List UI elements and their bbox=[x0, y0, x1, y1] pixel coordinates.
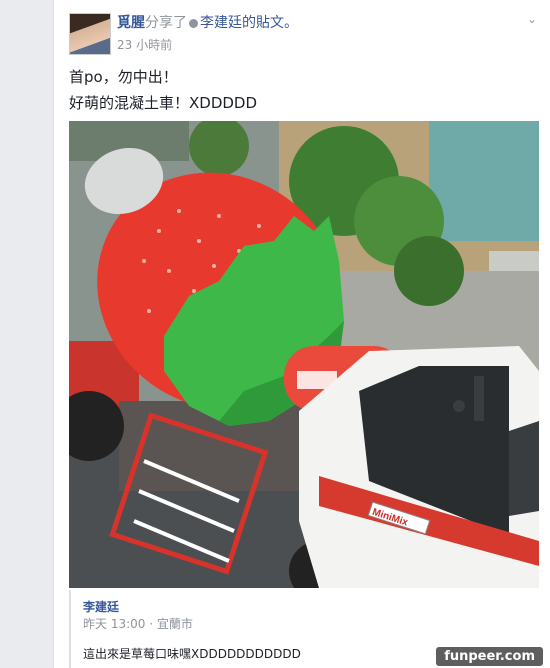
chevron-down-icon[interactable]: ⌄ bbox=[525, 12, 539, 26]
site-watermark: funpeer.com bbox=[436, 647, 543, 666]
shared-post-author[interactable]: 李建廷 bbox=[83, 598, 119, 615]
post-text: 首po，勿中出！ 好萌的混凝土車！XDDDDD bbox=[69, 64, 257, 116]
strawberry-mixer-truck-image: MiniMix bbox=[69, 121, 539, 588]
avatar[interactable] bbox=[69, 13, 111, 55]
post-timestamp[interactable]: 23 小時前 bbox=[117, 36, 172, 53]
post-text-line-1: 首po，勿中出！ bbox=[69, 68, 178, 86]
share-action: 分享了 bbox=[145, 15, 187, 31]
post-text-line-2: 好萌的混凝土車！XDDDDD bbox=[69, 94, 258, 112]
shared-from-link[interactable]: 李建廷的貼文。 bbox=[200, 15, 298, 31]
shared-post-text: 這出來是草莓口味嘿XDDDDDDDDDDD bbox=[83, 647, 301, 661]
post-photo[interactable]: MiniMix bbox=[69, 121, 539, 588]
author-name[interactable]: 覓腥 bbox=[117, 15, 145, 31]
feed-post: 覓腥分享了 李建廷的貼文。 23 小時前 ⌄ 首po，勿中出！ 好萌的混凝土車！X… bbox=[53, 0, 550, 668]
shared-post-meta: 昨天 13:00 · 宜蘭市 bbox=[83, 617, 193, 631]
verified-icon bbox=[189, 18, 198, 28]
post-header: 覓腥分享了 李建廷的貼文。 bbox=[117, 12, 298, 32]
